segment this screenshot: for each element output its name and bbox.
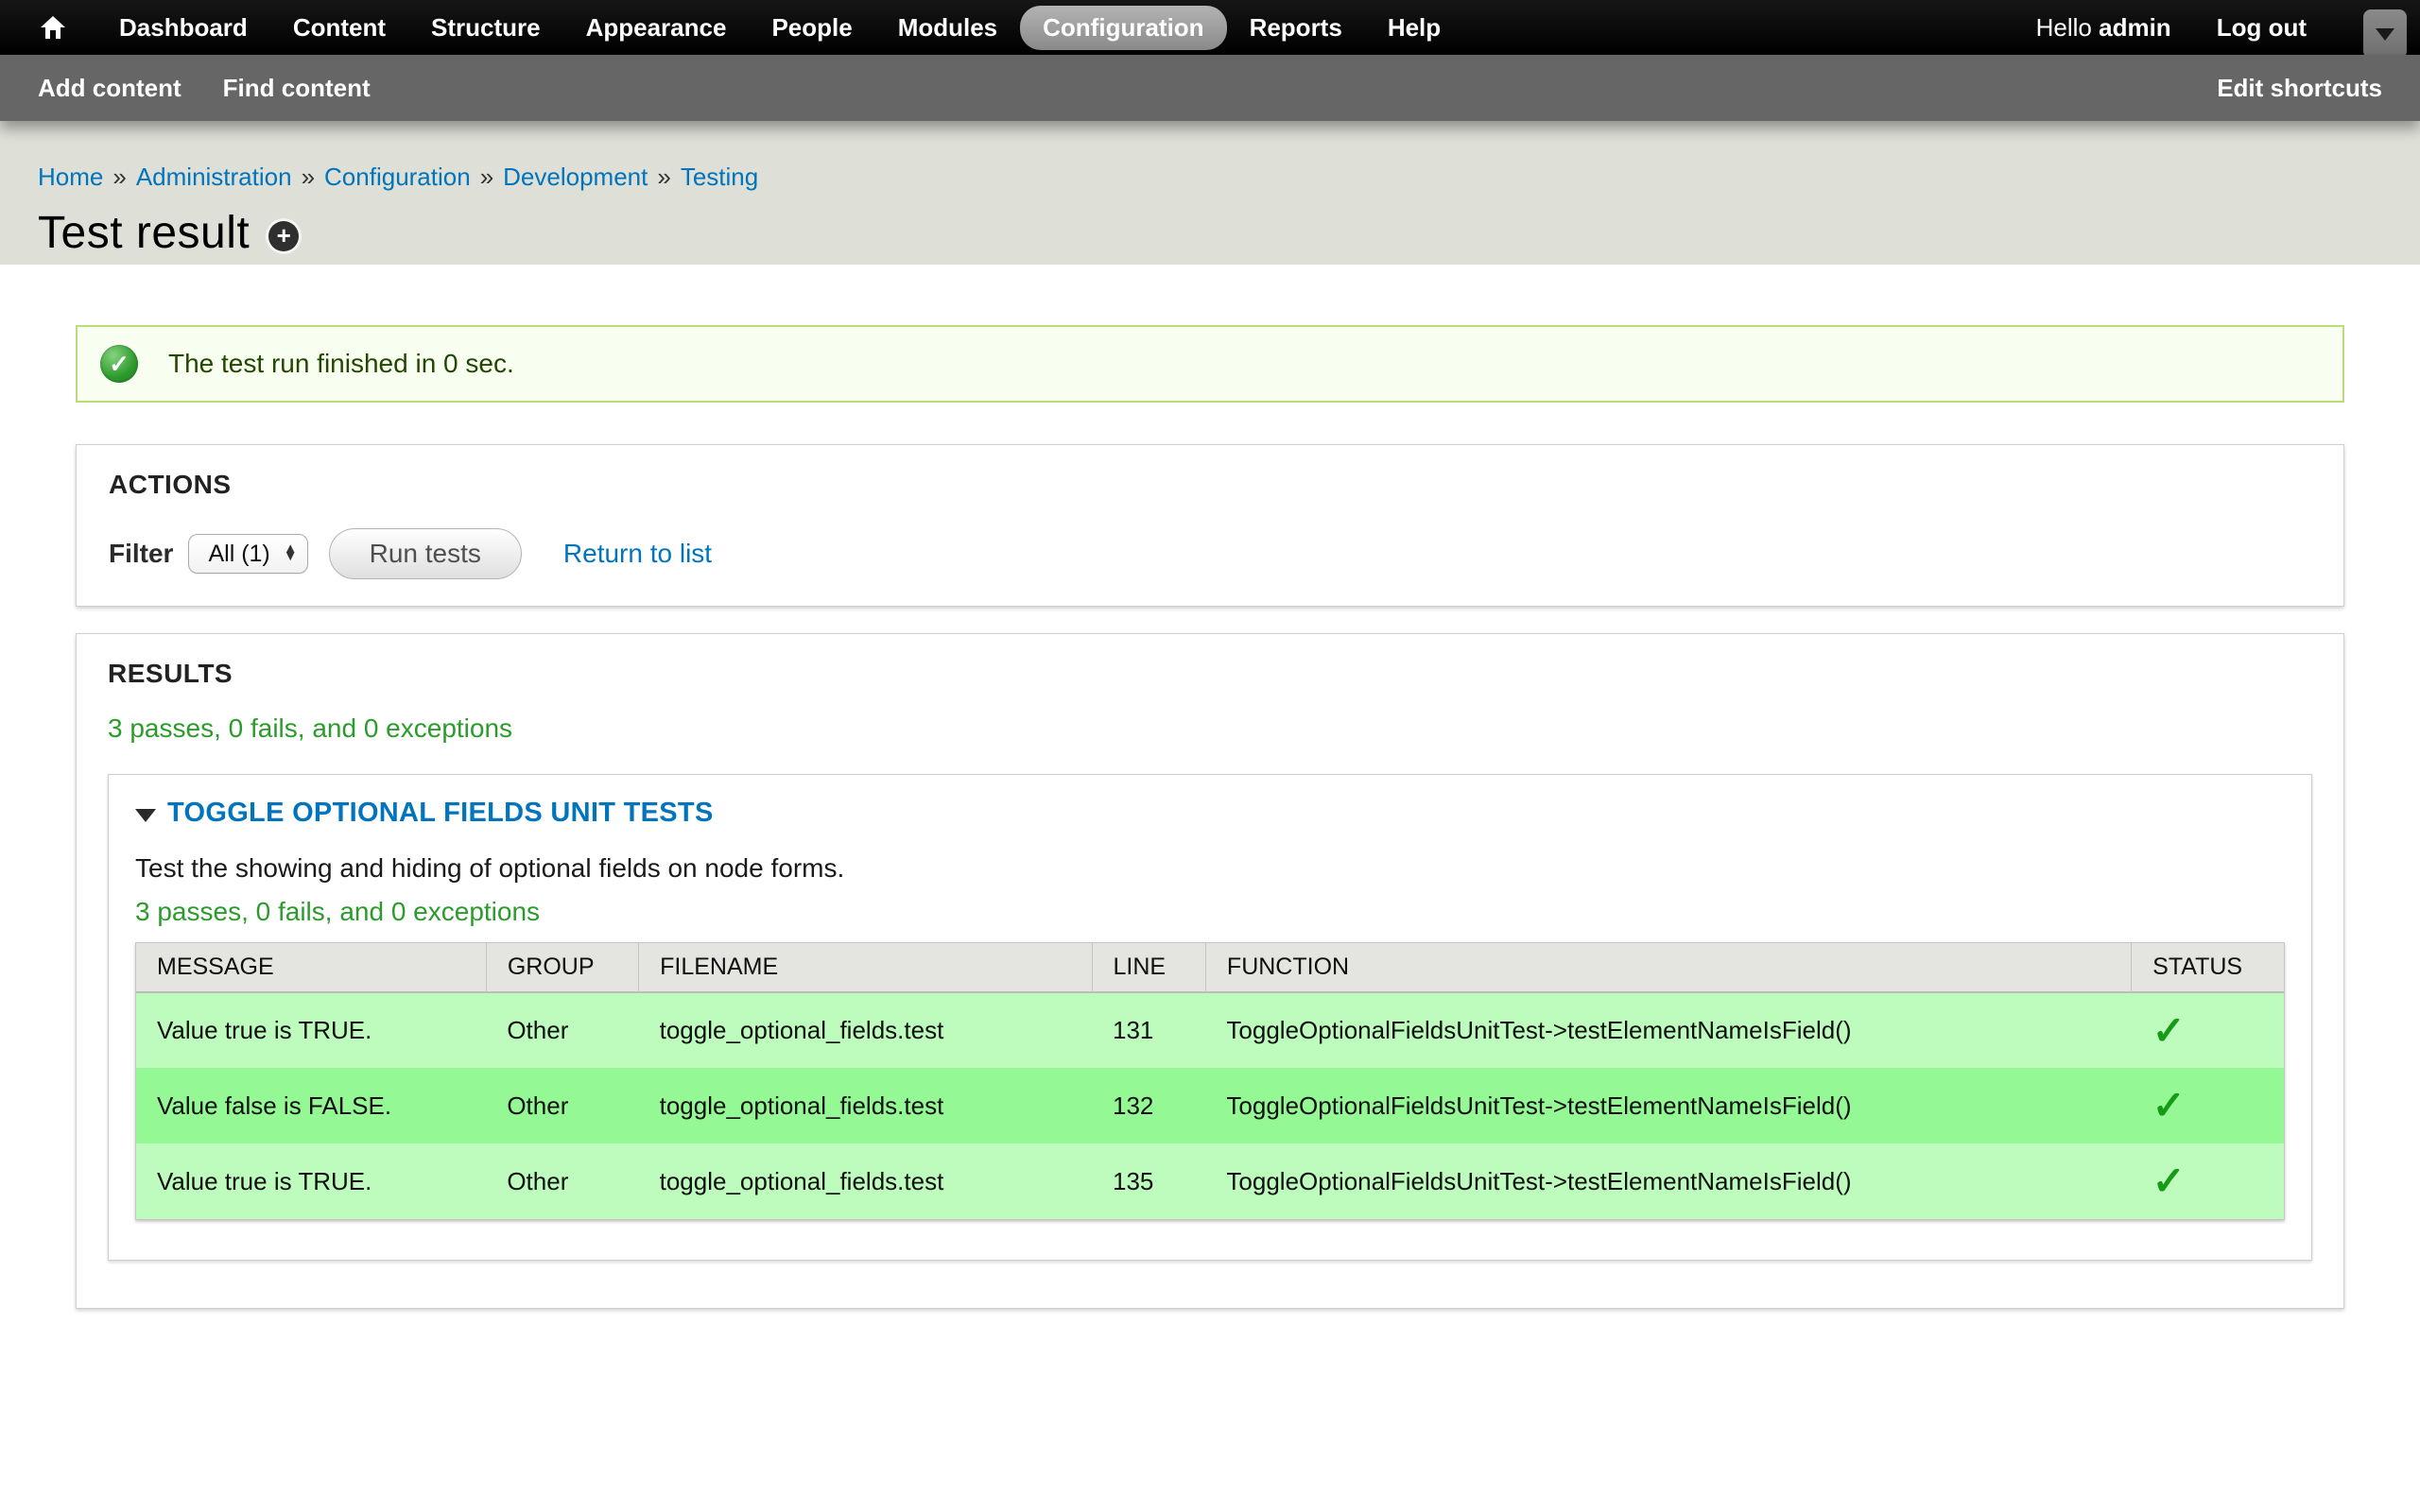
filter-select[interactable]: All (1) ▲▼: [188, 534, 307, 574]
column-header-function: FUNCTION: [1205, 943, 2131, 992]
logout-link[interactable]: Log out: [2217, 13, 2307, 43]
actions-legend: ACTIONS: [109, 470, 2343, 500]
edit-shortcuts-link[interactable]: Edit shortcuts: [2217, 74, 2382, 103]
cell-function: ToggleOptionalFieldsUnitTest->testElemen…: [1205, 1068, 2131, 1143]
cell-filename: toggle_optional_fields.test: [639, 992, 1092, 1068]
page-header: Home » Administration » Configuration » Develo…: [0, 121, 2420, 265]
cell-line: 131: [1092, 992, 1205, 1068]
column-header-filename: FILENAME: [639, 943, 1092, 992]
cell-message: Value false is FALSE.: [136, 1068, 486, 1143]
breadcrumb-separator: »: [302, 163, 315, 191]
shortcut-add-content[interactable]: Add content: [38, 74, 182, 103]
breadcrumb: Home » Administration » Configuration » Develo…: [38, 163, 2382, 192]
column-header-status: STATUS: [2132, 943, 2284, 992]
breadcrumb-link-administration[interactable]: Administration: [136, 163, 292, 191]
results-table-wrapper: MESSAGEGROUPFILENAMELINEFUNCTIONSTATUS V…: [135, 942, 2285, 1220]
filter-row: Filter All (1) ▲▼ Run tests Return to li…: [109, 528, 2343, 579]
status-message-text: The test run finished in 0 sec.: [168, 349, 514, 379]
results-fieldset: RESULTS 3 passes, 0 fails, and 0 excepti…: [76, 633, 2344, 1309]
cell-status: ✓: [2132, 1068, 2284, 1143]
test-result-row: Value true is TRUE.Othertoggle_optional_…: [136, 1143, 2284, 1219]
cell-line: 135: [1092, 1143, 1205, 1219]
table-header-row: MESSAGEGROUPFILENAMELINEFUNCTIONSTATUS: [136, 943, 2284, 992]
home-icon[interactable]: [23, 15, 83, 40]
cell-filename: toggle_optional_fields.test: [639, 1143, 1092, 1219]
check-icon: ✓: [2152, 1083, 2186, 1127]
breadcrumb-link-development[interactable]: Development: [503, 163, 648, 191]
cell-function: ToggleOptionalFieldsUnitTest->testElemen…: [1205, 1143, 2131, 1219]
check-icon: ✓: [2152, 1008, 2186, 1053]
username: admin: [2099, 13, 2171, 42]
plus-circle-icon[interactable]: +: [268, 221, 299, 251]
results-summary: 3 passes, 0 fails, and 0 exceptions: [108, 713, 2312, 744]
toolbar-item-reports[interactable]: Reports: [1227, 6, 1365, 50]
status-message: ✓ The test run finished in 0 sec.: [76, 325, 2344, 403]
check-circle-icon: ✓: [100, 345, 138, 383]
breadcrumb-separator: »: [480, 163, 493, 191]
toolbar-toggle-button[interactable]: [2363, 9, 2407, 59]
cell-status: ✓: [2132, 992, 2284, 1068]
page-title: Test result: [38, 207, 250, 259]
actions-fieldset: ACTIONS Filter All (1) ▲▼ Run tests Retu…: [76, 444, 2344, 607]
test-group-summary: 3 passes, 0 fails, and 0 exceptions: [135, 897, 2285, 927]
breadcrumb-separator: »: [112, 163, 126, 191]
toolbar-item-content[interactable]: Content: [270, 6, 408, 50]
toolbar-item-people[interactable]: People: [749, 6, 874, 50]
shortcut-find-content[interactable]: Find content: [223, 74, 371, 103]
cell-function: ToggleOptionalFieldsUnitTest->testElemen…: [1205, 992, 2131, 1068]
cell-status: ✓: [2132, 1143, 2284, 1219]
column-header-group: GROUP: [486, 943, 638, 992]
breadcrumb-link-home[interactable]: Home: [38, 163, 103, 191]
cell-group: Other: [486, 1068, 638, 1143]
column-header-message: MESSAGE: [136, 943, 486, 992]
cell-line: 132: [1092, 1068, 1205, 1143]
title-row: Test result +: [38, 207, 2382, 259]
results-table: MESSAGEGROUPFILENAMELINEFUNCTIONSTATUS V…: [136, 943, 2284, 1219]
main-content: ✓ The test run finished in 0 sec. ACTION…: [0, 325, 2420, 1309]
cell-group: Other: [486, 992, 638, 1068]
test-group-fieldset: TOGGLE OPTIONAL FIELDS UNIT TESTS Test t…: [108, 774, 2312, 1261]
home-icon-glyph: [40, 15, 66, 40]
toolbar-item-structure[interactable]: Structure: [408, 6, 563, 50]
test-result-row: Value true is TRUE.Othertoggle_optional_…: [136, 992, 2284, 1068]
toolbar-item-help[interactable]: Help: [1365, 6, 1463, 50]
toolbar-item-appearance[interactable]: Appearance: [563, 6, 750, 50]
toolbar-menu: DashboardContentStructureAppearancePeopl…: [96, 6, 1463, 50]
toolbar-item-configuration[interactable]: Configuration: [1020, 6, 1226, 50]
user-greeting: Hello admin: [2036, 13, 2171, 43]
cell-message: Value true is TRUE.: [136, 1143, 486, 1219]
run-tests-button[interactable]: Run tests: [329, 528, 522, 579]
results-legend: RESULTS: [108, 659, 2312, 689]
greeting-text: Hello: [2036, 13, 2099, 42]
triangle-down-icon: [135, 809, 156, 822]
cell-message: Value true is TRUE.: [136, 992, 486, 1068]
breadcrumb-link-configuration[interactable]: Configuration: [324, 163, 471, 191]
shortcuts-bar: Add content Find content Edit shortcuts: [0, 55, 2420, 121]
select-arrows-icon: ▲▼: [284, 545, 298, 563]
chevron-down-icon: [2376, 28, 2394, 41]
filter-select-value: All (1): [208, 541, 269, 568]
toolbar-item-modules[interactable]: Modules: [875, 6, 1020, 50]
admin-toolbar: DashboardContentStructureAppearancePeopl…: [0, 0, 2420, 55]
test-result-row: Value false is FALSE.Othertoggle_optiona…: [136, 1068, 2284, 1143]
toolbar-left: DashboardContentStructureAppearancePeopl…: [23, 6, 2036, 50]
breadcrumb-separator: »: [657, 163, 670, 191]
shortcut-items: Add content Find content: [38, 74, 2217, 103]
filter-label: Filter: [109, 539, 173, 569]
cell-group: Other: [486, 1143, 638, 1219]
cell-filename: toggle_optional_fields.test: [639, 1068, 1092, 1143]
return-to-list-link[interactable]: Return to list: [563, 539, 712, 569]
check-icon: ✓: [2152, 1159, 2186, 1203]
test-group-legend: TOGGLE OPTIONAL FIELDS UNIT TESTS: [135, 798, 2285, 829]
column-header-line: LINE: [1092, 943, 1205, 992]
test-group-title-link[interactable]: TOGGLE OPTIONAL FIELDS UNIT TESTS: [167, 798, 714, 829]
breadcrumb-link-testing[interactable]: Testing: [681, 163, 758, 191]
test-group-description: Test the showing and hiding of optional …: [135, 853, 2285, 884]
toolbar-item-dashboard[interactable]: Dashboard: [96, 6, 270, 50]
